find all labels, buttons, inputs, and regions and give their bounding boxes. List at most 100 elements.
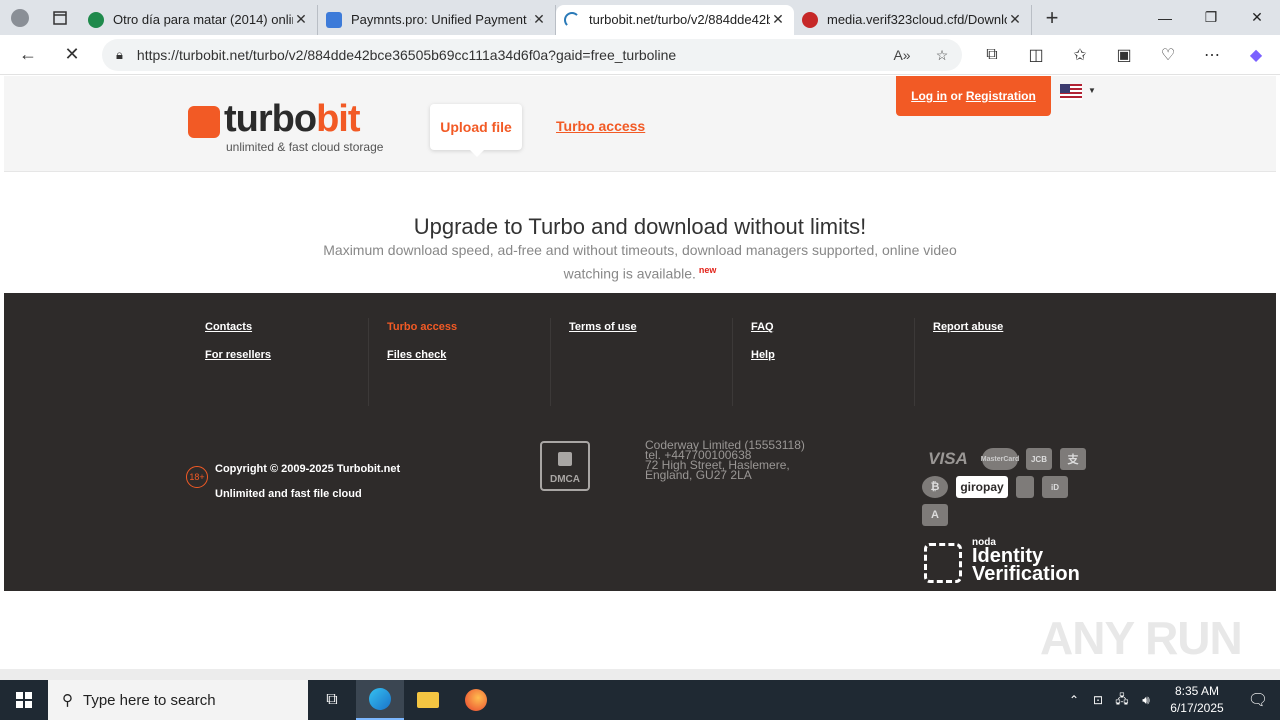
network-icon[interactable]: 🖧︎	[1110, 690, 1134, 711]
favorites-icon[interactable]: ✩	[1058, 35, 1102, 75]
payment-methods: VISA MasterCard JCB 支 ₿ giropay iD A	[922, 448, 1094, 526]
copyright-text: Copyright © 2009-2025 Turbobit.net	[215, 463, 401, 475]
tab-actions-icon	[53, 10, 67, 25]
tab-title: media.verif323cloud.cfd/Downloa	[827, 12, 1007, 27]
new-tab-button[interactable]: +	[1032, 5, 1072, 31]
footer-column-5: Report abuse	[915, 318, 1097, 406]
close-tab-icon[interactable]: ✕	[770, 11, 786, 28]
browser-toolbar: ⧉ ◫ ✩ ▣ ♡ ⋯ ◆	[970, 35, 1278, 75]
start-button[interactable]	[0, 680, 48, 720]
browser-tab-1[interactable]: Otro día para matar (2014) online ✕	[80, 4, 318, 35]
company-address: Coderway Limited (15553118) tel. +447700…	[645, 439, 805, 481]
age-restriction-badge: 18+	[186, 466, 208, 488]
terms-of-use-link[interactable]: Terms of use	[569, 321, 732, 346]
promo-title: Upgrade to Turbo and download without li…	[413, 214, 867, 239]
taskbar-search[interactable]: ⚲ Type here to search	[48, 680, 308, 720]
profile-icon	[11, 8, 29, 27]
astropay-logo-icon: A	[922, 504, 948, 526]
verification-text: Verification	[972, 563, 1080, 585]
volume-icon[interactable]: 🔊︎	[1134, 693, 1158, 708]
close-tab-icon[interactable]: ✕	[1007, 11, 1023, 28]
language-caret-icon[interactable]: ▼	[1088, 86, 1096, 95]
tray-device-icon[interactable]: ⊡	[1086, 693, 1110, 707]
stop-loading-button[interactable]: ✕	[50, 35, 94, 75]
close-window-button[interactable]: ✕	[1234, 0, 1280, 35]
read-aloud-icon[interactable]: A»	[882, 47, 922, 63]
file-explorer-taskbar-icon[interactable]	[404, 680, 452, 720]
clock-date: 6/17/2025	[1170, 701, 1224, 715]
browser-tab-3[interactable]: turbobit.net/turbo/v2/884dde42b ✕	[556, 4, 794, 35]
logo-text-bit: bit	[316, 98, 360, 140]
task-view-button[interactable]: ⧉	[308, 680, 356, 720]
tab-title: turbobit.net/turbo/v2/884dde42b	[589, 12, 770, 27]
site-favicon-icon	[326, 11, 342, 28]
search-icon: ⚲	[62, 692, 73, 709]
profile-button[interactable]	[0, 0, 40, 35]
tab-title: Otro día para matar (2014) online	[113, 12, 293, 27]
windows-logo-icon	[16, 692, 32, 708]
footer-column-1: Contacts For resellers	[187, 318, 369, 406]
clock-time: 8:35 AM	[1174, 684, 1220, 698]
close-tab-icon[interactable]: ✕	[293, 11, 309, 28]
address-bar[interactable]: 🔒︎ https://turbobit.net/turbo/v2/884dde4…	[102, 39, 962, 71]
firefox-taskbar-icon[interactable]	[452, 680, 500, 720]
promo-subtitle-text: Maximum download speed, ad-free and with…	[323, 242, 957, 282]
windows-taskbar: ⚲ Type here to search ⧉ ⌃ ⊡ 🖧︎ 🔊︎ 8:35 A…	[0, 680, 1280, 720]
giropay-logo-icon: giropay	[956, 476, 1008, 498]
taskbar-clock[interactable]: 8:35 AM 6/17/2025	[1158, 683, 1236, 717]
favorite-star-icon[interactable]: ☆	[922, 47, 962, 64]
login-link[interactable]: Log in	[911, 89, 947, 103]
turbobit-logo[interactable]: turbobit unlimited & fast cloud storage	[188, 98, 388, 156]
faq-link[interactable]: FAQ	[751, 321, 914, 346]
back-button[interactable]: ←	[6, 35, 50, 75]
close-tab-icon[interactable]: ✕	[531, 11, 547, 28]
more-menu-icon[interactable]: ⋯	[1190, 35, 1234, 75]
site-info-icon[interactable]: 🔒︎	[116, 47, 123, 63]
scroll-strip	[0, 669, 1280, 680]
extensions-icon[interactable]: ⧉	[970, 35, 1014, 75]
copyright-block: Copyright © 2009-2025 Turbobit.net Unlim…	[215, 457, 400, 507]
tab-actions-button[interactable]	[40, 0, 80, 35]
report-abuse-link[interactable]: Report abuse	[933, 321, 1097, 346]
contacts-link[interactable]: Contacts	[205, 321, 368, 346]
restore-button[interactable]: ❐	[1188, 0, 1234, 35]
dmca-badge[interactable]: DMCA	[540, 441, 590, 491]
minimize-button[interactable]: —	[1142, 0, 1188, 35]
padlock-icon	[558, 452, 572, 466]
tab-title: Paymnts.pro: Unified Payment Or	[351, 12, 531, 27]
help-link[interactable]: Help	[751, 349, 914, 374]
new-badge: new	[698, 265, 717, 275]
logo-text: turbobit	[224, 98, 361, 141]
tray-overflow-icon[interactable]: ⌃	[1062, 693, 1086, 707]
tab-bar: Otro día para matar (2014) online ✕ Paym…	[0, 0, 1280, 35]
browser-tab-2[interactable]: Paymnts.pro: Unified Payment Or ✕	[318, 4, 556, 35]
noda-scan-icon	[924, 543, 962, 583]
url-text[interactable]: https://turbobit.net/turbo/v2/884dde42bc…	[137, 47, 882, 63]
site-footer: Contacts For resellers Turbo access File…	[4, 293, 1276, 591]
promo-subtitle: Maximum download speed, ad-free and with…	[300, 240, 980, 284]
footer-turbo-access-link[interactable]: Turbo access	[387, 321, 550, 346]
edge-taskbar-icon[interactable]	[356, 680, 404, 720]
logo-text-turbo: turbo	[224, 98, 317, 140]
language-flag-icon[interactable]	[1060, 84, 1082, 100]
registration-link[interactable]: Registration	[966, 89, 1036, 103]
dmca-text: DMCA	[550, 474, 580, 485]
apple-pay-logo-icon	[1016, 476, 1034, 498]
turbo-access-link[interactable]: Turbo access	[556, 118, 645, 134]
ideal-logo-icon: iD	[1042, 476, 1068, 498]
copilot-icon[interactable]: ◆	[1234, 35, 1278, 75]
notifications-icon[interactable]: 🗨︎	[1236, 690, 1280, 710]
identity-verification-label: Identity Verification	[972, 546, 1080, 585]
site-favicon-icon	[88, 11, 104, 28]
split-screen-icon[interactable]: ◫	[1014, 35, 1058, 75]
bitcoin-logo-icon: ₿	[922, 476, 948, 498]
or-text: or	[950, 89, 963, 103]
jcb-logo-icon: JCB	[1026, 448, 1052, 470]
upload-file-button[interactable]: Upload file	[430, 104, 522, 157]
files-check-link[interactable]: Files check	[387, 349, 550, 374]
collections-icon[interactable]: ▣	[1102, 35, 1146, 75]
noda-identity-verification-logo: noda Identity Verification	[924, 537, 1094, 587]
browser-essentials-icon[interactable]: ♡	[1146, 35, 1190, 75]
browser-tab-4[interactable]: media.verif323cloud.cfd/Downloa ✕	[794, 4, 1032, 35]
for-resellers-link[interactable]: For resellers	[205, 349, 368, 374]
